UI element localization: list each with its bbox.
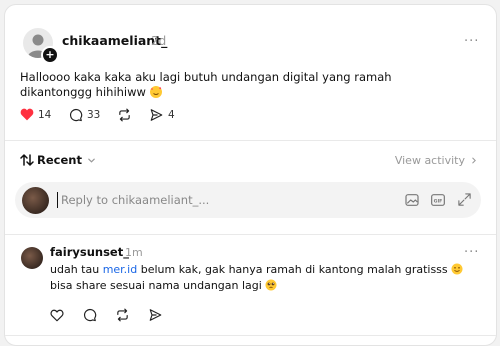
text-cursor	[57, 192, 58, 208]
repost-icon	[117, 308, 128, 322]
comment-time: 1m	[125, 246, 143, 259]
comment-count: 33	[87, 109, 101, 121]
comment-line-2: bisa share sesuai nama undangan lagi	[50, 278, 480, 294]
smile-emoji-icon	[451, 263, 463, 275]
chevron-down-icon	[88, 158, 95, 163]
comment-like-button[interactable]	[50, 307, 64, 326]
comment-text: udah tau mer.id belum kak, gak hanya ram…	[50, 262, 480, 294]
post-time: 2d	[151, 34, 167, 48]
gif-icon: GIF	[431, 194, 445, 206]
svg-text:GIF: GIF	[434, 198, 443, 204]
follow-plus-icon[interactable]: +	[41, 46, 59, 64]
sort-icon	[20, 154, 34, 166]
comment-text-part: belum kak, gak hanya ramah di kantong ma…	[137, 263, 448, 276]
commenter-avatar[interactable]	[21, 247, 43, 269]
comment-text-part: udah tau	[50, 263, 103, 276]
commenter-username[interactable]: fairysunset_	[50, 245, 129, 259]
sort-dropdown[interactable]: Recent	[20, 153, 96, 167]
view-activity-link[interactable]: View activity	[395, 154, 478, 167]
like-count: 14	[38, 108, 52, 121]
comment-link[interactable]: mer.id	[103, 263, 138, 276]
image-attach-button[interactable]	[404, 192, 420, 212]
comment-line-1: udah tau mer.id belum kak, gak hanya ram…	[50, 262, 480, 278]
post-text-content: Halloooo kaka kaka aku lagi butuh undang…	[20, 70, 392, 99]
share-button[interactable]: 4	[149, 108, 175, 122]
heart-icon	[50, 309, 64, 322]
gif-button[interactable]: GIF	[430, 192, 446, 212]
chevron-right-icon	[472, 157, 476, 164]
sort-label: Recent	[37, 153, 82, 167]
expand-button[interactable]	[457, 192, 472, 211]
view-activity-label: View activity	[394, 154, 465, 167]
image-icon	[405, 194, 419, 206]
pleading-emoji-icon	[265, 279, 277, 291]
reply-input[interactable]: Reply to chikaameliant_...	[61, 193, 209, 207]
comment-icon	[83, 308, 97, 322]
expand-icon	[458, 193, 471, 206]
comment-text-part: bisa share sesuai nama undangan lagi	[50, 279, 262, 292]
current-user-avatar	[22, 187, 49, 214]
comment-repost-button[interactable]	[115, 307, 130, 326]
repost-button[interactable]	[117, 108, 132, 122]
thread-card: + chikaameliant_ 2d ··· Halloooo kaka ka…	[4, 4, 497, 346]
post-text: Halloooo kaka kaka aku lagi butuh undang…	[20, 70, 440, 100]
share-icon	[150, 109, 163, 121]
divider	[5, 140, 496, 141]
share-count: 4	[168, 109, 175, 121]
post-more-button[interactable]: ···	[464, 34, 479, 49]
comment-reply-button[interactable]	[83, 307, 97, 326]
share-icon	[149, 309, 162, 321]
smiling-hearts-emoji-icon	[149, 86, 162, 98]
comment-button[interactable]: 33	[69, 108, 100, 122]
comment-icon	[69, 108, 83, 122]
comment-more-button[interactable]: ···	[464, 245, 479, 260]
repost-icon	[119, 108, 130, 122]
comment-share-button[interactable]	[148, 307, 163, 326]
divider	[5, 335, 496, 336]
divider	[5, 234, 496, 235]
heart-icon	[20, 108, 34, 121]
like-button[interactable]: 14	[20, 108, 51, 121]
